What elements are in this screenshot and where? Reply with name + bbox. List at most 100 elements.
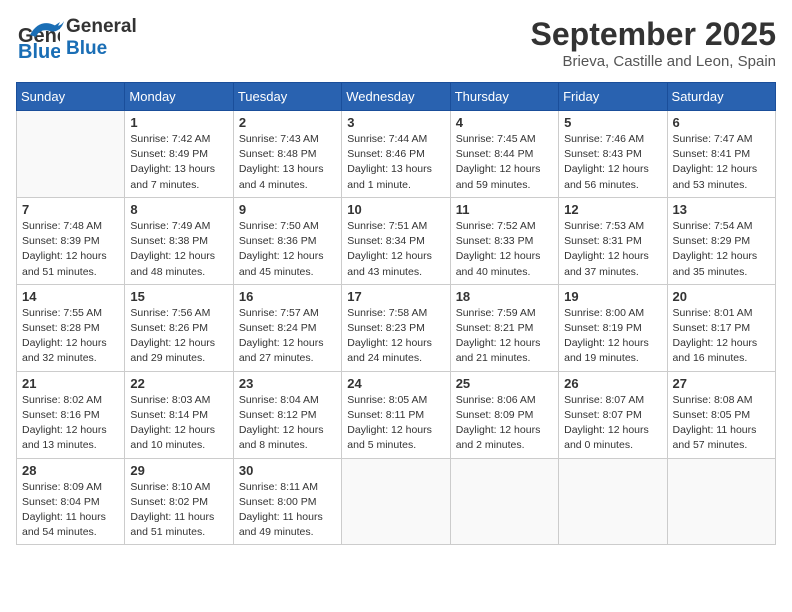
day-number: 5 bbox=[564, 115, 661, 130]
calendar-cell bbox=[342, 458, 450, 545]
calendar-cell: 28 Sunrise: 8:09 AM Sunset: 8:04 PM Dayli… bbox=[17, 458, 125, 545]
day-number: 4 bbox=[456, 115, 553, 130]
week-row-2: 7Sunrise: 7:48 AM Sunset: 8:39 PM Daylig… bbox=[17, 197, 776, 284]
day-info: Sunrise: 8:08 AM Sunset: 8:05 PM Dayligh… bbox=[673, 393, 770, 454]
month-title: September 2025 bbox=[531, 16, 776, 53]
day-info: Sunrise: 7:52 AM Sunset: 8:33 PM Dayligh… bbox=[456, 219, 553, 280]
day-number: 28 bbox=[22, 463, 119, 478]
calendar-cell: 3Sunrise: 7:44 AM Sunset: 8:46 PM Daylig… bbox=[342, 111, 450, 198]
day-info: Sunrise: 8:07 AM Sunset: 8:07 PM Dayligh… bbox=[564, 393, 661, 454]
week-row-1: 1 Sunrise: 7:42 AM Sunset: 8:49 PM Daylig… bbox=[17, 111, 776, 198]
calendar-cell: 11 Sunrise: 7:52 AM Sunset: 8:33 PM Dayli… bbox=[450, 197, 558, 284]
day-info: Sunrise: 8:09 AM Sunset: 8:04 PM Dayligh… bbox=[22, 480, 119, 541]
logo: General Blue General Blue bbox=[16, 16, 137, 60]
day-number: 29 bbox=[130, 463, 227, 478]
week-row-5: 28 Sunrise: 8:09 AM Sunset: 8:04 PM Dayli… bbox=[17, 458, 776, 545]
day-info: Sunrise: 7:57 AM Sunset: 8:24 PM Dayligh… bbox=[239, 306, 336, 367]
weekday-header-thursday: Thursday bbox=[450, 83, 558, 111]
day-info: Sunrise: 7:58 AM Sunset: 8:23 PM Dayligh… bbox=[347, 306, 444, 367]
calendar-cell: 12 Sunrise: 7:53 AM Sunset: 8:31 PM Dayli… bbox=[559, 197, 667, 284]
calendar-table: SundayMondayTuesdayWednesdayThursdayFrid… bbox=[16, 82, 776, 545]
day-info: Sunrise: 7:46 AM Sunset: 8:43 PM Dayligh… bbox=[564, 132, 661, 193]
calendar-cell bbox=[559, 458, 667, 545]
day-number: 23 bbox=[239, 376, 336, 391]
day-number: 1 bbox=[130, 115, 227, 130]
day-info: Sunrise: 7:59 AM Sunset: 8:21 PM Dayligh… bbox=[456, 306, 553, 367]
day-info: Sunrise: 7:47 AM Sunset: 8:41 PM Dayligh… bbox=[673, 132, 770, 193]
day-info: Sunrise: 7:42 AM Sunset: 8:49 PM Dayligh… bbox=[130, 132, 227, 193]
calendar-cell: 24 Sunrise: 8:05 AM Sunset: 8:11 PM Dayli… bbox=[342, 371, 450, 458]
day-info: Sunrise: 7:50 AM Sunset: 8:36 PM Dayligh… bbox=[239, 219, 336, 280]
calendar-cell: 20 Sunrise: 8:01 AM Sunset: 8:17 PM Dayli… bbox=[667, 284, 775, 371]
weekday-header-saturday: Saturday bbox=[667, 83, 775, 111]
day-number: 2 bbox=[239, 115, 336, 130]
day-info: Sunrise: 8:02 AM Sunset: 8:16 PM Dayligh… bbox=[22, 393, 119, 454]
day-info: Sunrise: 8:06 AM Sunset: 8:09 PM Dayligh… bbox=[456, 393, 553, 454]
weekday-header-sunday: Sunday bbox=[17, 83, 125, 111]
calendar-cell: 26 Sunrise: 8:07 AM Sunset: 8:07 PM Dayli… bbox=[559, 371, 667, 458]
day-number: 20 bbox=[673, 289, 770, 304]
calendar-cell: 23Sunrise: 8:04 AM Sunset: 8:12 PM Dayli… bbox=[233, 371, 341, 458]
week-row-4: 21 Sunrise: 8:02 AM Sunset: 8:16 PM Dayli… bbox=[17, 371, 776, 458]
calendar-cell: 15 Sunrise: 7:56 AM Sunset: 8:26 PM Dayli… bbox=[125, 284, 233, 371]
calendar-cell: 29 Sunrise: 8:10 AM Sunset: 8:02 PM Dayli… bbox=[125, 458, 233, 545]
day-info: Sunrise: 8:00 AM Sunset: 8:19 PM Dayligh… bbox=[564, 306, 661, 367]
weekday-header-monday: Monday bbox=[125, 83, 233, 111]
day-number: 12 bbox=[564, 202, 661, 217]
weekday-header-tuesday: Tuesday bbox=[233, 83, 341, 111]
calendar-cell: 25 Sunrise: 8:06 AM Sunset: 8:09 PM Dayli… bbox=[450, 371, 558, 458]
calendar-cell bbox=[667, 458, 775, 545]
day-number: 10 bbox=[347, 202, 444, 217]
day-info: Sunrise: 7:56 AM Sunset: 8:26 PM Dayligh… bbox=[130, 306, 227, 367]
day-info: Sunrise: 8:11 AM Sunset: 8:00 PM Dayligh… bbox=[239, 480, 336, 541]
day-number: 25 bbox=[456, 376, 553, 391]
day-number: 24 bbox=[347, 376, 444, 391]
day-info: Sunrise: 7:51 AM Sunset: 8:34 PM Dayligh… bbox=[347, 219, 444, 280]
day-info: Sunrise: 7:49 AM Sunset: 8:38 PM Dayligh… bbox=[130, 219, 227, 280]
day-number: 11 bbox=[456, 202, 553, 217]
day-number: 30 bbox=[239, 463, 336, 478]
day-number: 19 bbox=[564, 289, 661, 304]
day-number: 8 bbox=[130, 202, 227, 217]
day-number: 26 bbox=[564, 376, 661, 391]
day-number: 18 bbox=[456, 289, 553, 304]
day-info: Sunrise: 8:10 AM Sunset: 8:02 PM Dayligh… bbox=[130, 480, 227, 541]
calendar-cell: 21 Sunrise: 8:02 AM Sunset: 8:16 PM Dayli… bbox=[17, 371, 125, 458]
day-number: 22 bbox=[130, 376, 227, 391]
day-number: 17 bbox=[347, 289, 444, 304]
weekday-header-wednesday: Wednesday bbox=[342, 83, 450, 111]
weekday-header-row: SundayMondayTuesdayWednesdayThursdayFrid… bbox=[17, 83, 776, 111]
calendar-cell: 30 Sunrise: 8:11 AM Sunset: 8:00 PM Dayli… bbox=[233, 458, 341, 545]
calendar-cell: 17 Sunrise: 7:58 AM Sunset: 8:23 PM Dayli… bbox=[342, 284, 450, 371]
calendar-cell: 7Sunrise: 7:48 AM Sunset: 8:39 PM Daylig… bbox=[17, 197, 125, 284]
calendar-cell: 16 Sunrise: 7:57 AM Sunset: 8:24 PM Dayli… bbox=[233, 284, 341, 371]
day-info: Sunrise: 7:53 AM Sunset: 8:31 PM Dayligh… bbox=[564, 219, 661, 280]
weekday-header-friday: Friday bbox=[559, 83, 667, 111]
calendar-cell: 14Sunrise: 7:55 AM Sunset: 8:28 PM Dayli… bbox=[17, 284, 125, 371]
calendar-cell: 8 Sunrise: 7:49 AM Sunset: 8:38 PM Daylig… bbox=[125, 197, 233, 284]
calendar-cell: 1 Sunrise: 7:42 AM Sunset: 8:49 PM Daylig… bbox=[125, 111, 233, 198]
location-title: Brieva, Castille and Leon, Spain bbox=[531, 53, 776, 70]
day-info: Sunrise: 7:54 AM Sunset: 8:29 PM Dayligh… bbox=[673, 219, 770, 280]
day-number: 27 bbox=[673, 376, 770, 391]
day-info: Sunrise: 7:43 AM Sunset: 8:48 PM Dayligh… bbox=[239, 132, 336, 193]
day-info: Sunrise: 8:01 AM Sunset: 8:17 PM Dayligh… bbox=[673, 306, 770, 367]
calendar-cell: 4 Sunrise: 7:45 AM Sunset: 8:44 PM Daylig… bbox=[450, 111, 558, 198]
calendar-cell bbox=[17, 111, 125, 198]
day-number: 6 bbox=[673, 115, 770, 130]
day-number: 13 bbox=[673, 202, 770, 217]
day-info: Sunrise: 8:05 AM Sunset: 8:11 PM Dayligh… bbox=[347, 393, 444, 454]
calendar-cell: 19 Sunrise: 8:00 AM Sunset: 8:19 PM Dayli… bbox=[559, 284, 667, 371]
day-number: 15 bbox=[130, 289, 227, 304]
day-info: Sunrise: 7:45 AM Sunset: 8:44 PM Dayligh… bbox=[456, 132, 553, 193]
calendar-cell: 27 Sunrise: 8:08 AM Sunset: 8:05 PM Dayli… bbox=[667, 371, 775, 458]
day-number: 9 bbox=[239, 202, 336, 217]
logo-text-general: General bbox=[66, 17, 137, 38]
day-number: 3 bbox=[347, 115, 444, 130]
calendar-cell: 2 Sunrise: 7:43 AM Sunset: 8:48 PM Daylig… bbox=[233, 111, 341, 198]
logo-bird-svg bbox=[28, 17, 64, 39]
week-row-3: 14Sunrise: 7:55 AM Sunset: 8:28 PM Dayli… bbox=[17, 284, 776, 371]
day-number: 16 bbox=[239, 289, 336, 304]
day-number: 21 bbox=[22, 376, 119, 391]
day-number: 14 bbox=[22, 289, 119, 304]
